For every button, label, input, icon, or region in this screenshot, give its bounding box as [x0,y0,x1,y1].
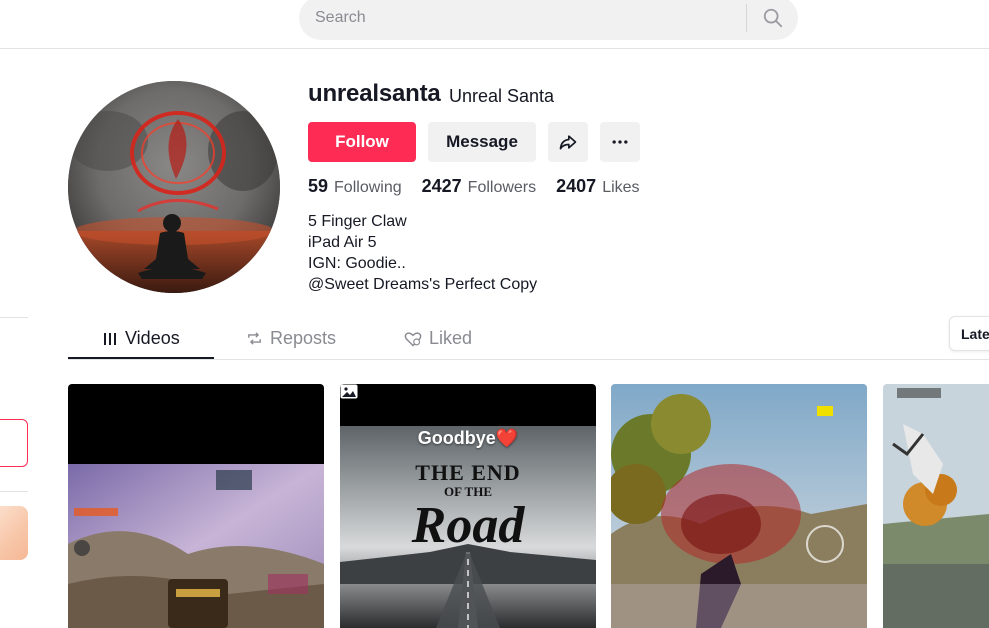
sidebar-divider [0,491,28,492]
thumbnail-title-line: THE END [415,460,520,485]
video-caption: Goodbye❤️ [417,428,519,448]
stat-label: Likes [602,179,640,196]
more-icon [612,140,628,144]
video-thumbnail [68,384,324,628]
photo-icon [340,384,358,399]
share-icon [559,135,577,150]
tab-label: Liked [429,328,473,348]
stat-value: 2407 [556,176,597,196]
search-input[interactable] [315,8,735,28]
profile-tabs: Videos Reposts Liked [68,318,989,360]
video-thumbnail [611,384,867,628]
search-button[interactable] [755,2,791,34]
grid-icon [102,331,118,347]
tab-liked[interactable]: Liked [404,318,472,359]
sidebar-login-button[interactable] [0,419,28,467]
tab-reposts[interactable]: Reposts [246,318,336,359]
stat-value: 59 [308,176,329,196]
video-card[interactable] [68,384,324,628]
bio-line: @Sweet Dreams's Perfect Copy [308,276,538,293]
profile-bio: 5 Finger Claw iPad Air 5 IGN: Goodie.. @… [308,211,537,295]
search-icon [763,8,783,28]
username: unrealsanta [308,80,441,107]
stat-likes: 2407 Likes [556,176,639,197]
search-bar[interactable] [299,0,798,40]
active-tab-indicator [68,357,214,359]
stat-label: Following [334,179,402,196]
share-button[interactable] [548,122,588,162]
sort-latest-button[interactable]: Lates [949,316,989,351]
stat-label: Followers [467,179,537,196]
top-bar [0,0,989,49]
tab-label: Reposts [270,328,337,348]
video-thumbnail: THE END OF THE Road [340,384,596,628]
more-button[interactable] [600,122,640,162]
repost-icon [246,330,263,347]
sidebar-divider [0,317,28,318]
video-thumbnail [883,384,989,628]
message-button[interactable]: Message [428,122,536,162]
sidebar-thumbnail[interactable] [0,506,28,560]
video-card[interactable] [611,384,867,628]
video-card[interactable]: THE END OF THE Road Goodbye❤️ [340,384,596,628]
bio-line: 5 Finger Claw [308,213,407,230]
bio-line: iPad Air 5 [308,234,377,251]
tab-videos[interactable]: Videos [102,318,180,359]
profile-stats: 59 Following 2427 Followers 2407 Likes [308,176,660,197]
search-divider [746,4,747,32]
stat-following[interactable]: 59 Following [308,176,402,197]
thumbnail-title-line: Road [411,497,526,554]
follow-button[interactable]: Follow [308,122,416,162]
avatar[interactable] [68,81,280,293]
bio-line: IGN: Goodie.. [308,255,406,272]
stat-value: 2427 [421,176,462,196]
video-card[interactable] [883,384,989,628]
stat-followers[interactable]: 2427 Followers [422,176,537,197]
liked-heart-icon [404,331,422,347]
tab-label: Videos [125,328,180,348]
nickname: Unreal Santa [449,86,555,106]
